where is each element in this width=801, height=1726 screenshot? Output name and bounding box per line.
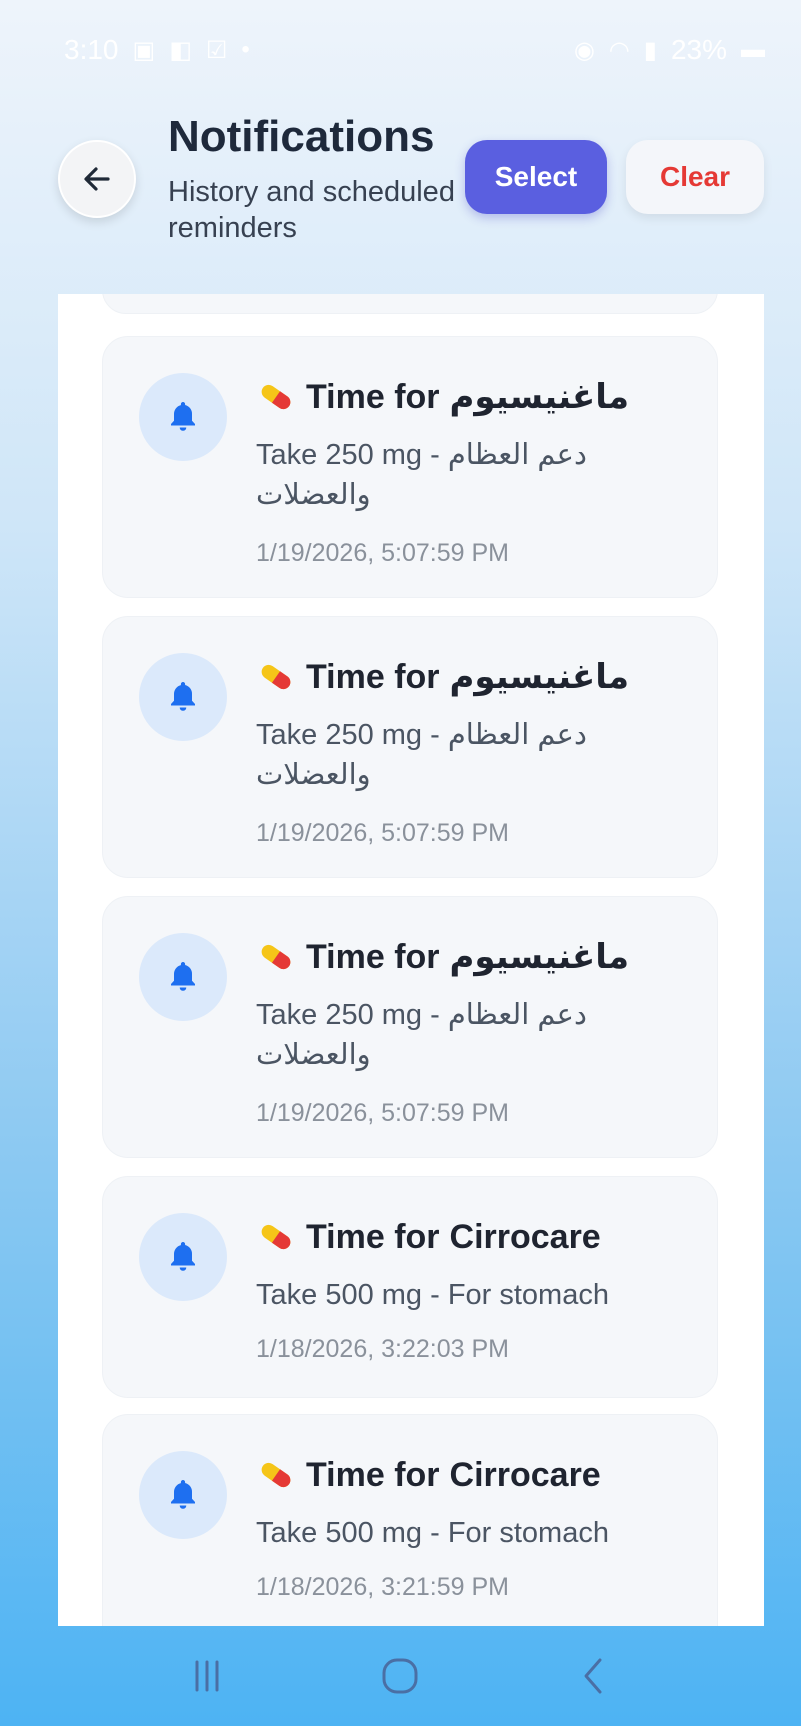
clear-button[interactable]: Clear (626, 140, 764, 214)
notification-body: Take 500 mg - For stomach (256, 1517, 609, 1549)
notification-title-prefix: Time for (306, 377, 440, 416)
notification-title: Time for Cirrocare (256, 1217, 696, 1257)
notification-time: 1/18/2026, 3:21:59 PM (256, 1573, 509, 1601)
alarm-icon: ◉ (573, 36, 595, 64)
medication-name: Cirrocare (449, 1217, 601, 1256)
select-button[interactable]: Select (465, 140, 607, 214)
home-button[interactable] (360, 1646, 440, 1706)
app-notification-icon: ◧ (169, 36, 192, 64)
signal-icon: ▮ (643, 36, 657, 64)
back-chevron-icon (584, 1658, 602, 1694)
status-time: 3:10 (64, 34, 119, 65)
pill-icon (261, 1462, 291, 1488)
notification-list[interactable]: Time for ماغنيسيوم Take 250 mg - دعم الع… (58, 294, 764, 1626)
pill-icon (261, 1224, 291, 1250)
notification-title: Time for ماغنيسيوم (256, 937, 696, 977)
notification-title: Time for Cirrocare (256, 1455, 696, 1495)
notification-body: Take 250 mg - دعم العظام والعضلات (256, 719, 587, 791)
medication-name: ماغنيسيوم (449, 378, 630, 416)
notification-body: Take 250 mg - دعم العظام والعضلات (256, 439, 587, 511)
bell-icon (139, 1451, 227, 1539)
notification-body: Take 250 mg - دعم العظام والعضلات (256, 999, 587, 1071)
medication-name: Cirrocare (449, 1455, 601, 1494)
bell-icon (139, 1213, 227, 1301)
wifi-icon: ◠ (608, 36, 630, 64)
checkbox-notification-icon: ☑ (205, 36, 228, 64)
pill-icon (261, 944, 291, 970)
notification-title-prefix: Time for (306, 937, 440, 976)
notification-time: 1/19/2026, 5:07:59 PM (256, 819, 509, 847)
battery-icon: ▬ (741, 36, 765, 63)
notification-title: Time for ماغنيسيوم (256, 377, 696, 417)
status-left: 3:10 ▣ ◧ ☑ • (64, 34, 250, 66)
notification-time: 1/19/2026, 5:07:59 PM (256, 1099, 509, 1127)
system-nav-bar (0, 1626, 801, 1726)
notification-title: Time for ماغنيسيوم (256, 657, 696, 697)
bell-icon (139, 653, 227, 741)
home-icon (382, 1658, 418, 1694)
page-header: Notifications History and scheduled remi… (0, 110, 801, 260)
notification-title-prefix: Time for (306, 1217, 440, 1256)
pill-icon (261, 384, 291, 410)
back-arrow-icon (84, 167, 110, 191)
notification-card[interactable]: Time for Cirrocare Take 500 mg - For sto… (102, 1176, 718, 1398)
medication-name: ماغنيسيوم (449, 658, 630, 696)
status-right: ◉ ◠ ▮ 23% ▬ (574, 34, 765, 66)
notification-card[interactable]: Time for ماغنيسيوم Take 250 mg - دعم الع… (102, 336, 718, 598)
more-dot-icon: • (241, 36, 250, 63)
bell-icon (139, 373, 227, 461)
notification-card[interactable]: Time for Cirrocare Take 500 mg - For sto… (102, 1414, 718, 1626)
battery-percent: 23% (670, 34, 727, 65)
system-back-button[interactable] (554, 1646, 634, 1706)
notification-body: Take 500 mg - For stomach (256, 1279, 609, 1311)
pill-icon (261, 664, 291, 690)
status-bar: 3:10 ▣ ◧ ☑ • ◉ ◠ ▮ 23% ▬ (0, 0, 801, 100)
notification-time: 1/19/2026, 5:07:59 PM (256, 539, 509, 567)
recent-apps-icon (195, 1660, 219, 1692)
list-item-partial[interactable] (102, 294, 718, 314)
back-button[interactable] (58, 140, 136, 218)
recent-apps-button[interactable] (167, 1646, 247, 1706)
bell-icon (139, 933, 227, 1021)
notification-title-prefix: Time for (306, 1455, 440, 1494)
gallery-icon: ▣ (132, 36, 156, 64)
notification-title-prefix: Time for (306, 657, 440, 696)
notification-card[interactable]: Time for ماغنيسيوم Take 250 mg - دعم الع… (102, 616, 718, 878)
page-subtitle: History and scheduled reminders (168, 176, 455, 244)
medication-name: ماغنيسيوم (449, 938, 630, 976)
notification-card[interactable]: Time for ماغنيسيوم Take 250 mg - دعم الع… (102, 896, 718, 1158)
page-title: Notifications (168, 112, 435, 161)
notification-time: 1/18/2026, 3:22:03 PM (256, 1335, 509, 1363)
